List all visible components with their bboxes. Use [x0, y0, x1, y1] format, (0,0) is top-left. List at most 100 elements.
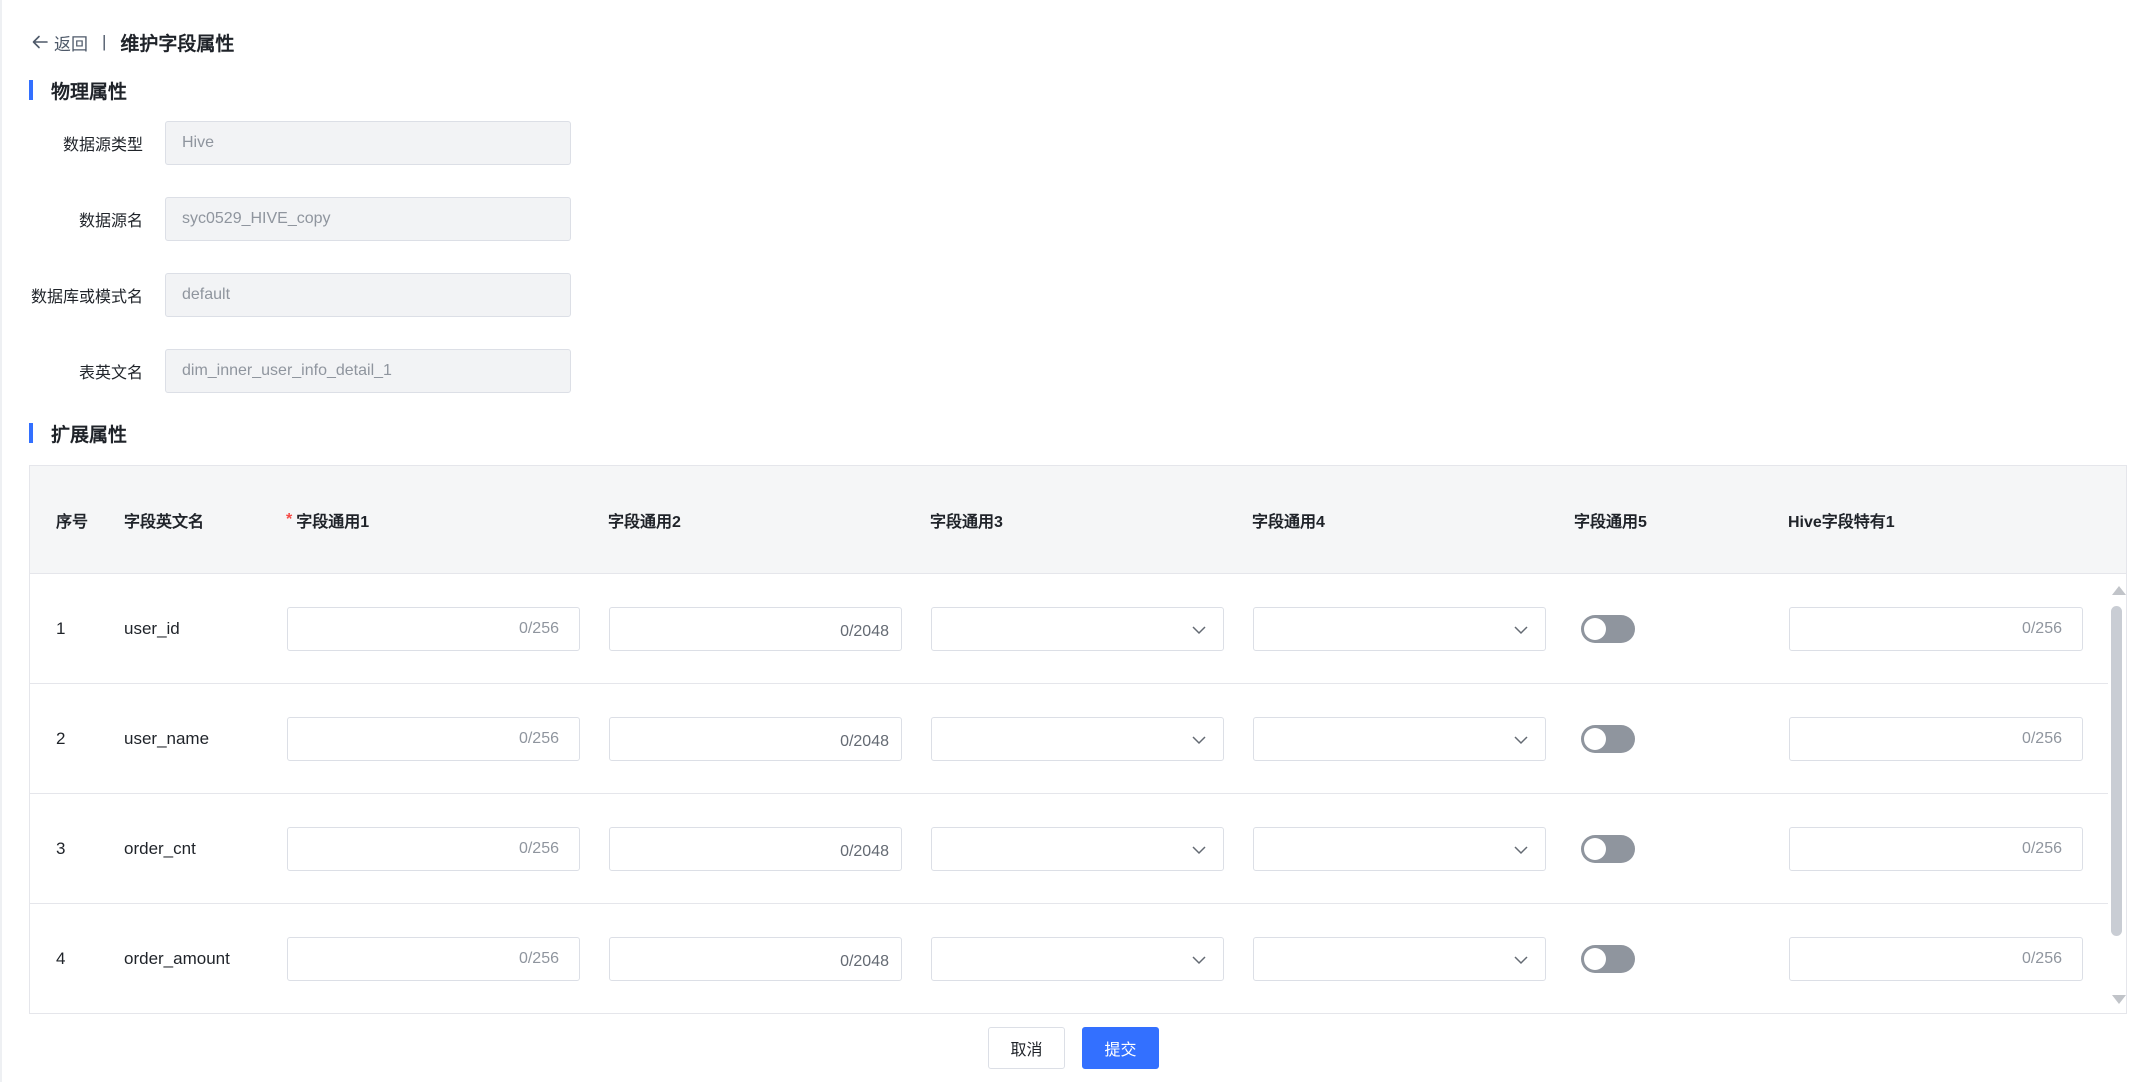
column-header-index: 序号: [56, 466, 88, 574]
chevron-down-icon: [1192, 956, 1206, 965]
page-title: 维护字段属性: [120, 33, 235, 55]
table-row: 2 user_name 0/256 0/2048 0/256: [30, 684, 2126, 794]
form-row-schema-name: 数据库或模式名 default: [0, 273, 600, 317]
field-value: Hive: [182, 134, 215, 151]
row-field-name: user_name: [124, 729, 210, 748]
column-header-text: 字段通用4: [1252, 514, 1325, 531]
chevron-down-icon: [1514, 956, 1528, 965]
section-title-text: 物理属性: [51, 81, 128, 103]
datasource-type-field[interactable]: Hive: [165, 121, 571, 165]
chevron-down-icon: [1192, 626, 1206, 635]
general5-toggle[interactable]: [1581, 725, 1635, 753]
field-value: default: [182, 286, 231, 303]
form-row-datasource-type: 数据源类型 Hive: [0, 121, 600, 165]
column-header-text: 字段通用5: [1574, 514, 1647, 531]
field-value: syc0529_HIVE_copy: [182, 210, 331, 227]
table-row: 4 order_amount 0/256 0/2048 0/256: [30, 904, 2126, 1013]
back-button[interactable]: 返回: [30, 30, 88, 55]
general2-input[interactable]: 0/2048: [609, 607, 902, 651]
submit-button[interactable]: 提交: [1082, 1027, 1159, 1069]
section-title-physical: 物理属性: [29, 79, 128, 103]
row-field-name: user_id: [124, 619, 180, 638]
column-header-hive1: Hive字段特有1: [1788, 466, 1895, 574]
row-index: 2: [56, 729, 66, 748]
row-index: 4: [56, 949, 66, 968]
cancel-button[interactable]: 取消: [988, 1027, 1065, 1069]
column-header-general2: 字段通用2: [608, 466, 681, 574]
general4-select[interactable]: [1253, 607, 1546, 651]
form-label: 表英文名: [78, 365, 143, 382]
form-label: 数据源类型: [62, 137, 143, 154]
char-counter: 0/2048: [840, 733, 889, 750]
field-attributes-table: 序号 字段英文名 * 字段通用1 字段通用2 字段通用3 字段通用4 字段通用5 …: [29, 465, 2127, 1014]
hive1-input[interactable]: 0/256: [1789, 937, 2083, 981]
table-row: 3 order_cnt 0/256 0/2048 0/256: [30, 794, 2126, 904]
general2-input[interactable]: 0/2048: [609, 937, 902, 981]
char-counter: 0/256: [518, 730, 559, 747]
chevron-down-icon: [1192, 846, 1206, 855]
chevron-down-icon: [1514, 846, 1528, 855]
section-title-text: 扩展属性: [51, 424, 128, 446]
general3-select[interactable]: [931, 827, 1224, 871]
column-header-text: 序号: [56, 514, 89, 531]
char-counter: 0/2048: [840, 623, 889, 640]
scroll-down-arrow-icon[interactable]: [2112, 995, 2126, 1004]
table-row: 1 user_id 0/256 0/2048 0/256: [30, 574, 2126, 684]
char-counter: 0/2048: [840, 843, 889, 860]
arrow-left-icon: [32, 35, 48, 49]
char-counter: 0/256: [2021, 620, 2062, 637]
column-header-general5: 字段通用5: [1574, 466, 1647, 574]
section-accent-bar: [29, 423, 33, 443]
general3-select[interactable]: [931, 937, 1224, 981]
general4-select[interactable]: [1253, 937, 1546, 981]
row-index: 3: [56, 839, 66, 858]
column-header-general3: 字段通用3: [930, 466, 1003, 574]
general5-toggle[interactable]: [1581, 835, 1635, 863]
column-header-text: 字段通用3: [930, 514, 1003, 531]
field-value: dim_inner_user_info_detail_1: [182, 362, 392, 379]
general1-input[interactable]: 0/256: [287, 827, 580, 871]
form-label: 数据库或模式名: [30, 289, 143, 306]
hive1-input[interactable]: 0/256: [1789, 827, 2083, 871]
scroll-up-arrow-icon[interactable]: [2112, 586, 2126, 595]
char-counter: 0/256: [518, 620, 559, 637]
row-index: 1: [56, 619, 66, 638]
form-row-datasource-name: 数据源名 syc0529_HIVE_copy: [0, 197, 600, 241]
section-accent-bar: [29, 80, 33, 100]
scroll-thumb[interactable]: [2111, 606, 2122, 936]
general5-toggle[interactable]: [1581, 945, 1635, 973]
section-title-extended: 扩展属性: [29, 422, 128, 446]
table-name-field[interactable]: dim_inner_user_info_detail_1: [165, 349, 571, 393]
hive1-input[interactable]: 0/256: [1789, 717, 2083, 761]
toggle-knob: [1584, 948, 1606, 970]
char-counter: 0/256: [2021, 730, 2062, 747]
general1-input[interactable]: 0/256: [287, 937, 580, 981]
general3-select[interactable]: [931, 717, 1224, 761]
table-scrollbar[interactable]: [2108, 574, 2126, 1013]
table-header: 序号 字段英文名 * 字段通用1 字段通用2 字段通用3 字段通用4 字段通用5 …: [30, 466, 2126, 574]
chevron-down-icon: [1514, 626, 1528, 635]
hive1-input[interactable]: 0/256: [1789, 607, 2083, 651]
toggle-knob: [1584, 728, 1606, 750]
column-header-text: Hive字段特有1: [1788, 514, 1895, 531]
column-header-field-name: 字段英文名: [124, 466, 204, 574]
general2-input[interactable]: 0/2048: [609, 717, 902, 761]
column-header-text: 字段英文名: [124, 514, 205, 531]
schema-name-field[interactable]: default: [165, 273, 571, 317]
row-field-name: order_amount: [124, 949, 230, 968]
chevron-down-icon: [1514, 736, 1528, 745]
general3-select[interactable]: [931, 607, 1224, 651]
column-header-text: 字段通用2: [608, 514, 681, 531]
column-header-general1: * 字段通用1: [286, 466, 369, 574]
row-field-name: order_cnt: [124, 839, 196, 858]
form-label: 数据源名: [78, 213, 143, 230]
toggle-knob: [1584, 838, 1606, 860]
general4-select[interactable]: [1253, 827, 1546, 871]
general5-toggle[interactable]: [1581, 615, 1635, 643]
general1-input[interactable]: 0/256: [287, 717, 580, 761]
toggle-knob: [1584, 618, 1606, 640]
general1-input[interactable]: 0/256: [287, 607, 580, 651]
general4-select[interactable]: [1253, 717, 1546, 761]
general2-input[interactable]: 0/2048: [609, 827, 902, 871]
datasource-name-field[interactable]: syc0529_HIVE_copy: [165, 197, 571, 241]
